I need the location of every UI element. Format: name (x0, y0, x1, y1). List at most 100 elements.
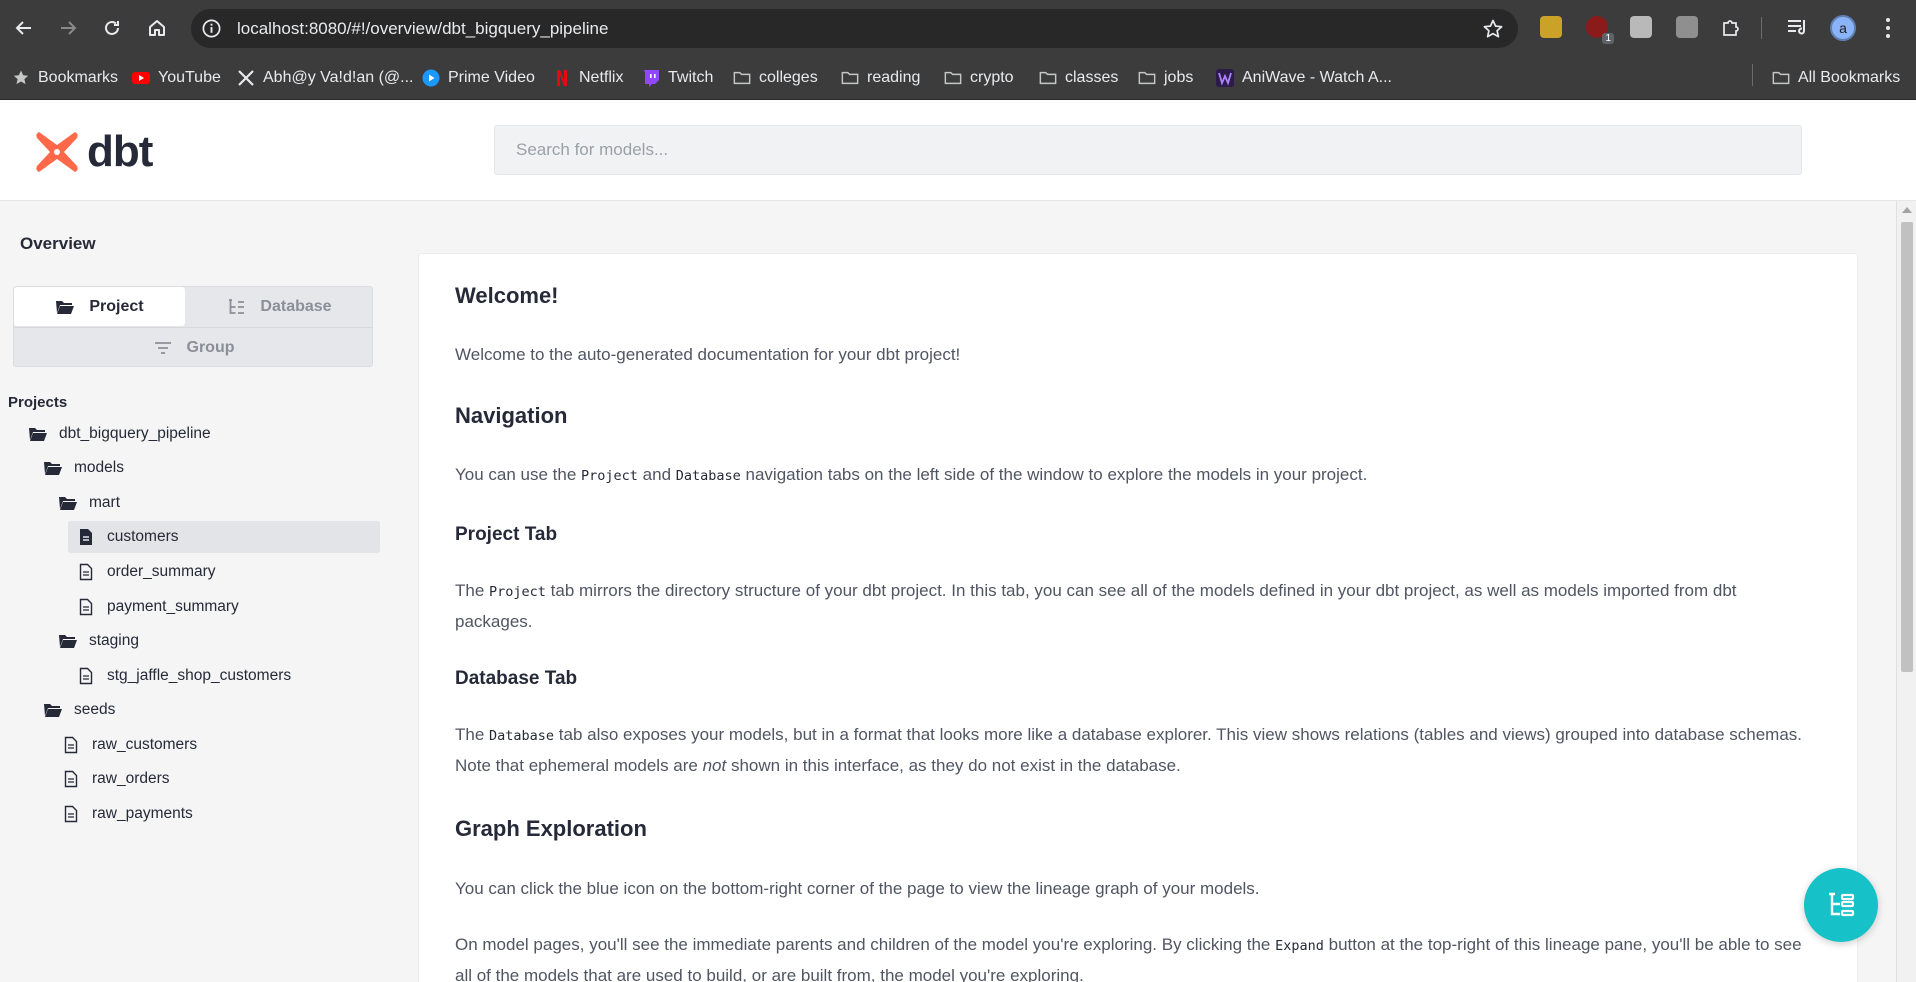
logo-text: dbt (87, 127, 153, 176)
x-icon (237, 69, 255, 87)
tree-file-raw-payments[interactable]: raw_payments (61, 798, 193, 830)
bookmark-youtube[interactable]: YouTube (132, 66, 221, 90)
netflix-icon (553, 69, 571, 87)
hand-extension-icon[interactable] (1630, 16, 1652, 38)
file-filled-icon (80, 529, 92, 545)
forward-button[interactable] (52, 12, 84, 44)
file-icon (64, 736, 78, 754)
overview-card: Welcome! Welcome to the auto-generated d… (418, 253, 1858, 982)
bookmark-twitch[interactable]: Twitch (642, 66, 713, 90)
database-tab-text: The Database tab also exposes your model… (455, 725, 1803, 775)
filter-lines-icon (154, 341, 171, 354)
model-search-input[interactable] (494, 125, 1802, 175)
main-panel: Welcome! Welcome to the auto-generated d… (396, 201, 1896, 982)
youtube-icon (132, 69, 150, 87)
projects-label: Projects (8, 394, 68, 411)
ublock-extension-icon[interactable]: 1 (1586, 16, 1614, 44)
folder-icon (1138, 69, 1156, 87)
database-tree-icon (229, 298, 245, 314)
tree-file-payment-summary[interactable]: payment_summary (76, 591, 239, 623)
lineage-graph-button[interactable] (1804, 868, 1878, 942)
browser-toolbar: localhost:8080/#!/overview/dbt_bigquery_… (0, 0, 1916, 57)
welcome-heading: Welcome! (455, 283, 559, 308)
navigation-text: You can use the Project and Database nav… (455, 465, 1368, 484)
welcome-text: Welcome to the auto-generated documentat… (455, 345, 961, 364)
scroll-up-arrow-icon[interactable] (1902, 207, 1912, 213)
back-arrow-icon (15, 21, 31, 35)
twitch-icon (642, 69, 660, 87)
sidebar-title[interactable]: Overview (20, 234, 96, 254)
graph-exploration-heading: Graph Exploration (455, 816, 647, 841)
reload-icon (105, 20, 119, 35)
all-bookmarks-button[interactable]: All Bookmarks (1772, 66, 1900, 90)
bookmark-folder-classes[interactable]: classes (1039, 66, 1118, 90)
sidebar: Overview Project Database Group Projects… (0, 201, 396, 982)
lineage-graph-icon (1829, 892, 1855, 917)
folder-icon (1772, 69, 1790, 87)
tree-file-raw-customers[interactable]: raw_customers (61, 729, 197, 761)
bookmarks-bar: Bookmarks YouTube Abh@y Va!d!an (@... Pr… (0, 57, 1916, 100)
tree-file-stg-jaffle-shop-customers[interactable]: stg_jaffle_shop_customers (76, 660, 291, 692)
file-icon (79, 563, 93, 581)
puzzle-extensions-icon[interactable] (1720, 16, 1742, 38)
dbt-logo[interactable]: dbt (33, 127, 153, 177)
file-icon (79, 667, 93, 685)
tab-project[interactable]: Project (14, 287, 185, 326)
forward-arrow-icon (61, 21, 77, 35)
tree-folder-seeds[interactable]: seeds (43, 694, 115, 726)
profile-avatar[interactable]: a (1830, 15, 1856, 41)
navigation-heading: Navigation (455, 403, 568, 428)
scroll-thumb[interactable] (1901, 222, 1913, 672)
file-icon (79, 598, 93, 616)
tree-file-customers[interactable]: customers (68, 521, 380, 553)
address-bar[interactable]: localhost:8080/#!/overview/dbt_bigquery_… (191, 9, 1518, 48)
reload-button[interactable] (96, 12, 128, 44)
csv-extension-icon[interactable] (1540, 16, 1562, 38)
bookmark-x-profile[interactable]: Abh@y Va!d!an (@... (237, 66, 413, 90)
star-icon (12, 69, 30, 87)
page-scrollbar[interactable] (1896, 201, 1916, 982)
database-tab-heading: Database Tab (455, 668, 578, 689)
bookmark-aniwave[interactable]: AniWave - Watch A... (1216, 66, 1392, 90)
bookmark-folder-crypto[interactable]: crypto (944, 66, 1014, 90)
prime-video-icon (422, 69, 440, 87)
bookmarks-divider (1752, 64, 1753, 86)
folder-icon (1039, 69, 1057, 87)
tree-file-order-summary[interactable]: order_summary (76, 556, 216, 588)
extension-badge: 1 (1602, 33, 1614, 44)
tree-folder-staging[interactable]: staging (58, 625, 139, 657)
tab-database[interactable]: Database (185, 287, 373, 326)
url-text[interactable]: localhost:8080/#!/overview/dbt_bigquery_… (237, 19, 608, 39)
folder-open-icon (44, 704, 62, 717)
tree-folder-dbt-bigquery-pipeline[interactable]: dbt_bigquery_pipeline (28, 418, 211, 450)
tree-folder-models[interactable]: models (43, 452, 124, 484)
file-icon (64, 805, 78, 823)
bookmark-star-icon[interactable] (1482, 18, 1504, 40)
dbt-logo-icon (36, 132, 78, 172)
folder-open-icon (59, 635, 77, 648)
app-header: dbt (0, 100, 1916, 201)
home-button[interactable] (141, 12, 173, 44)
site-info-icon[interactable] (201, 18, 222, 39)
toolbar-divider (1761, 17, 1762, 39)
tool-extension-icon[interactable] (1676, 16, 1698, 38)
folder-open-icon (44, 462, 62, 475)
tree-file-raw-orders[interactable]: raw_orders (61, 763, 170, 795)
tab-group[interactable]: Group (14, 327, 373, 367)
project-tab-text: The Project tab mirrors the directory st… (455, 581, 1737, 631)
back-button[interactable] (8, 12, 40, 44)
bookmark-bookmarks[interactable]: Bookmarks (12, 66, 118, 90)
folder-icon (733, 69, 751, 87)
reading-list-icon[interactable] (1786, 16, 1810, 38)
browser-menu-icon[interactable] (1881, 16, 1895, 40)
folder-open-icon (56, 300, 75, 314)
graph-text-1: You can click the blue icon on the botto… (455, 879, 1260, 898)
bookmark-netflix[interactable]: Netflix (553, 66, 623, 90)
bookmark-folder-jobs[interactable]: jobs (1138, 66, 1193, 90)
bookmark-folder-colleges[interactable]: colleges (733, 66, 818, 90)
tree-folder-mart[interactable]: mart (58, 487, 120, 519)
folder-open-icon (29, 428, 47, 441)
bookmark-folder-reading[interactable]: reading (841, 66, 920, 90)
folder-open-icon (59, 497, 77, 510)
bookmark-prime-video[interactable]: Prime Video (422, 66, 535, 90)
